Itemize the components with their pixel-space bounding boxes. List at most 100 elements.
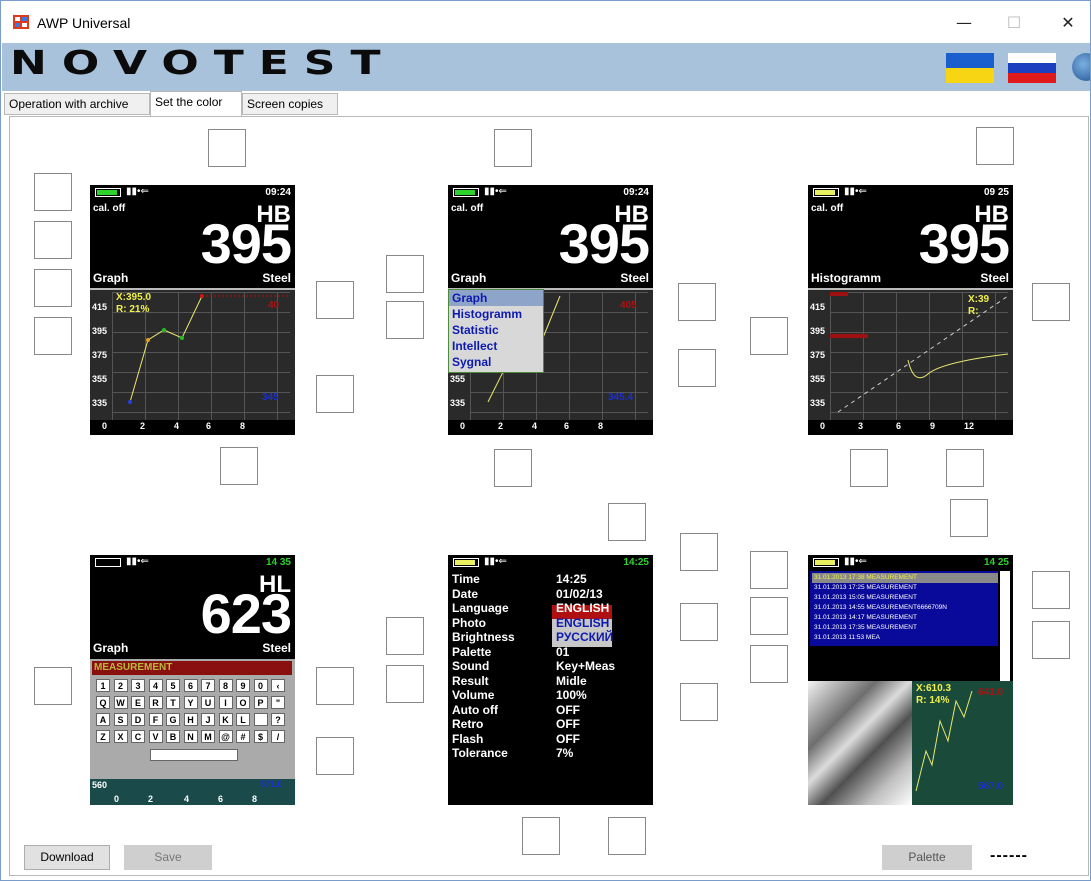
- keyboard-key[interactable]: B: [166, 730, 180, 743]
- keyboard-key[interactable]: 7: [201, 679, 215, 692]
- color-swatch-box[interactable]: [1032, 621, 1070, 659]
- keyboard-key[interactable]: D: [131, 713, 145, 726]
- color-swatch-box[interactable]: [680, 533, 718, 571]
- tab-set-color[interactable]: Set the color: [150, 91, 242, 117]
- keyboard-key[interactable]: W: [113, 696, 128, 709]
- archive-row[interactable]: 31.01.2013 17:25 MEASUREMENT: [812, 583, 998, 593]
- keyboard-key[interactable]: 9: [236, 679, 250, 692]
- color-swatch-box[interactable]: [208, 129, 246, 167]
- keyboard-key[interactable]: H: [183, 713, 198, 726]
- tab-screen-copies[interactable]: Screen copies: [242, 93, 338, 115]
- color-swatch-box[interactable]: [34, 667, 72, 705]
- keyboard-key[interactable]: U: [201, 696, 215, 709]
- keyboard-key[interactable]: @: [218, 730, 233, 743]
- maximize-button[interactable]: ☐: [991, 9, 1037, 37]
- keyboard-key[interactable]: Y: [183, 696, 198, 709]
- setting-value[interactable]: РУССКИЙ: [556, 631, 613, 644]
- text-input[interactable]: MEASUREMENT: [92, 661, 292, 675]
- setting-value[interactable]: 7%: [556, 747, 573, 760]
- color-swatch-box[interactable]: [220, 447, 258, 485]
- keyboard-key[interactable]: 1: [96, 679, 110, 692]
- setting-value[interactable]: ENGLISH: [556, 602, 609, 615]
- color-swatch-box[interactable]: [1032, 283, 1070, 321]
- color-swatch-box[interactable]: [946, 449, 984, 487]
- color-swatch-box[interactable]: [34, 317, 72, 355]
- archive-row[interactable]: 31.01.2013 14:55 MEASUREMENT6666709N: [812, 603, 998, 613]
- color-swatch-box[interactable]: [608, 817, 646, 855]
- setting-value[interactable]: ENGLISH: [556, 616, 609, 630]
- archive-row[interactable]: 31.01.2013 15:05 MEASUREMENT: [812, 593, 998, 603]
- color-swatch-box[interactable]: [386, 665, 424, 703]
- keyboard-key[interactable]: 3: [131, 679, 145, 692]
- keyboard-key[interactable]: C: [131, 730, 145, 743]
- color-swatch-box[interactable]: [750, 551, 788, 589]
- keyboard-key[interactable]: J: [201, 713, 215, 726]
- menu-item-sygnal[interactable]: Sygnal: [449, 354, 543, 370]
- keyboard-key[interactable]: F: [148, 713, 163, 726]
- keyboard-key[interactable]: V: [148, 730, 163, 743]
- keyboard-key[interactable]: L: [236, 713, 250, 726]
- archive-scrollbar[interactable]: [1000, 571, 1010, 681]
- keyboard-key[interactable]: Z: [96, 730, 110, 743]
- keyboard-key[interactable]: 5: [166, 679, 180, 692]
- setting-value[interactable]: OFF: [556, 732, 580, 746]
- color-swatch-box[interactable]: [316, 375, 354, 413]
- keyboard-key[interactable]: O: [236, 696, 250, 709]
- close-button[interactable]: ✕: [1045, 9, 1090, 37]
- keyboard-key[interactable]: ": [271, 696, 285, 709]
- color-swatch-box[interactable]: [34, 269, 72, 307]
- color-swatch-box[interactable]: [678, 349, 716, 387]
- color-swatch-box[interactable]: [680, 603, 718, 641]
- keyboard-key[interactable]: $: [253, 730, 268, 743]
- keyboard-key[interactable]: ‹: [271, 679, 285, 692]
- archive-row[interactable]: 31.01.2013 14:17 MEASUREMENT: [812, 613, 998, 623]
- setting-value[interactable]: 100%: [556, 689, 587, 702]
- keyboard-key[interactable]: 8: [218, 679, 233, 692]
- setting-value[interactable]: OFF: [556, 718, 580, 731]
- color-swatch-box[interactable]: [750, 597, 788, 635]
- color-swatch-box[interactable]: [976, 127, 1014, 165]
- keyboard-key[interactable]: T: [166, 696, 180, 709]
- color-swatch-box[interactable]: [678, 283, 716, 321]
- color-swatch-box[interactable]: [316, 737, 354, 775]
- setting-value[interactable]: 01/02/13: [556, 587, 603, 601]
- setting-value[interactable]: 14:25: [556, 573, 587, 586]
- keyboard-key[interactable]: /: [271, 730, 285, 743]
- color-swatch-box[interactable]: [1032, 571, 1070, 609]
- color-swatch-box[interactable]: [316, 667, 354, 705]
- globe-icon[interactable]: [1072, 53, 1090, 81]
- keyboard-key[interactable]: P: [253, 696, 268, 709]
- color-swatch-box[interactable]: [950, 499, 988, 537]
- keyboard-key[interactable]: G: [166, 713, 180, 726]
- palette-button[interactable]: Palette: [882, 845, 972, 870]
- keyboard-key[interactable]: S: [113, 713, 128, 726]
- color-swatch-box[interactable]: [494, 449, 532, 487]
- minimize-button[interactable]: —: [941, 9, 987, 37]
- keyboard-key[interactable]: I: [218, 696, 233, 709]
- keyboard-key[interactable]: R: [148, 696, 163, 709]
- archive-row[interactable]: 31.01.2013 17:38 MEASUREMENT: [812, 573, 998, 583]
- keyboard-key[interactable]: 6: [183, 679, 198, 692]
- color-swatch-box[interactable]: [750, 317, 788, 355]
- color-swatch-box[interactable]: [386, 301, 424, 339]
- archive-row[interactable]: 31.01.2013 17:35 MEASUREMENT: [812, 623, 998, 633]
- menu-item-intellect[interactable]: Intellect: [449, 338, 543, 354]
- keyboard-key[interactable]: 2: [113, 679, 128, 692]
- setting-value[interactable]: Key+Meas: [556, 660, 615, 673]
- menu-item-graph[interactable]: Graph: [449, 290, 543, 306]
- download-button[interactable]: Download: [24, 845, 110, 870]
- keyboard-key[interactable]: E: [131, 696, 145, 709]
- color-swatch-box[interactable]: [494, 129, 532, 167]
- archive-row[interactable]: 31.01.2013 11:53 MEA: [812, 633, 998, 643]
- color-swatch-box[interactable]: [522, 817, 560, 855]
- keyboard-key[interactable]: ?: [271, 713, 285, 726]
- color-swatch-box[interactable]: [680, 683, 718, 721]
- color-swatch-box[interactable]: [608, 503, 646, 541]
- save-button[interactable]: Save: [124, 845, 212, 870]
- menu-item-histogramm[interactable]: Histogramm: [449, 306, 543, 322]
- color-swatch-box[interactable]: [386, 617, 424, 655]
- keyboard-key[interactable]: K: [218, 713, 233, 726]
- color-swatch-box[interactable]: [34, 221, 72, 259]
- keyboard-key[interactable]: 4: [148, 679, 163, 692]
- menu-item-statistic[interactable]: Statistic: [449, 322, 543, 338]
